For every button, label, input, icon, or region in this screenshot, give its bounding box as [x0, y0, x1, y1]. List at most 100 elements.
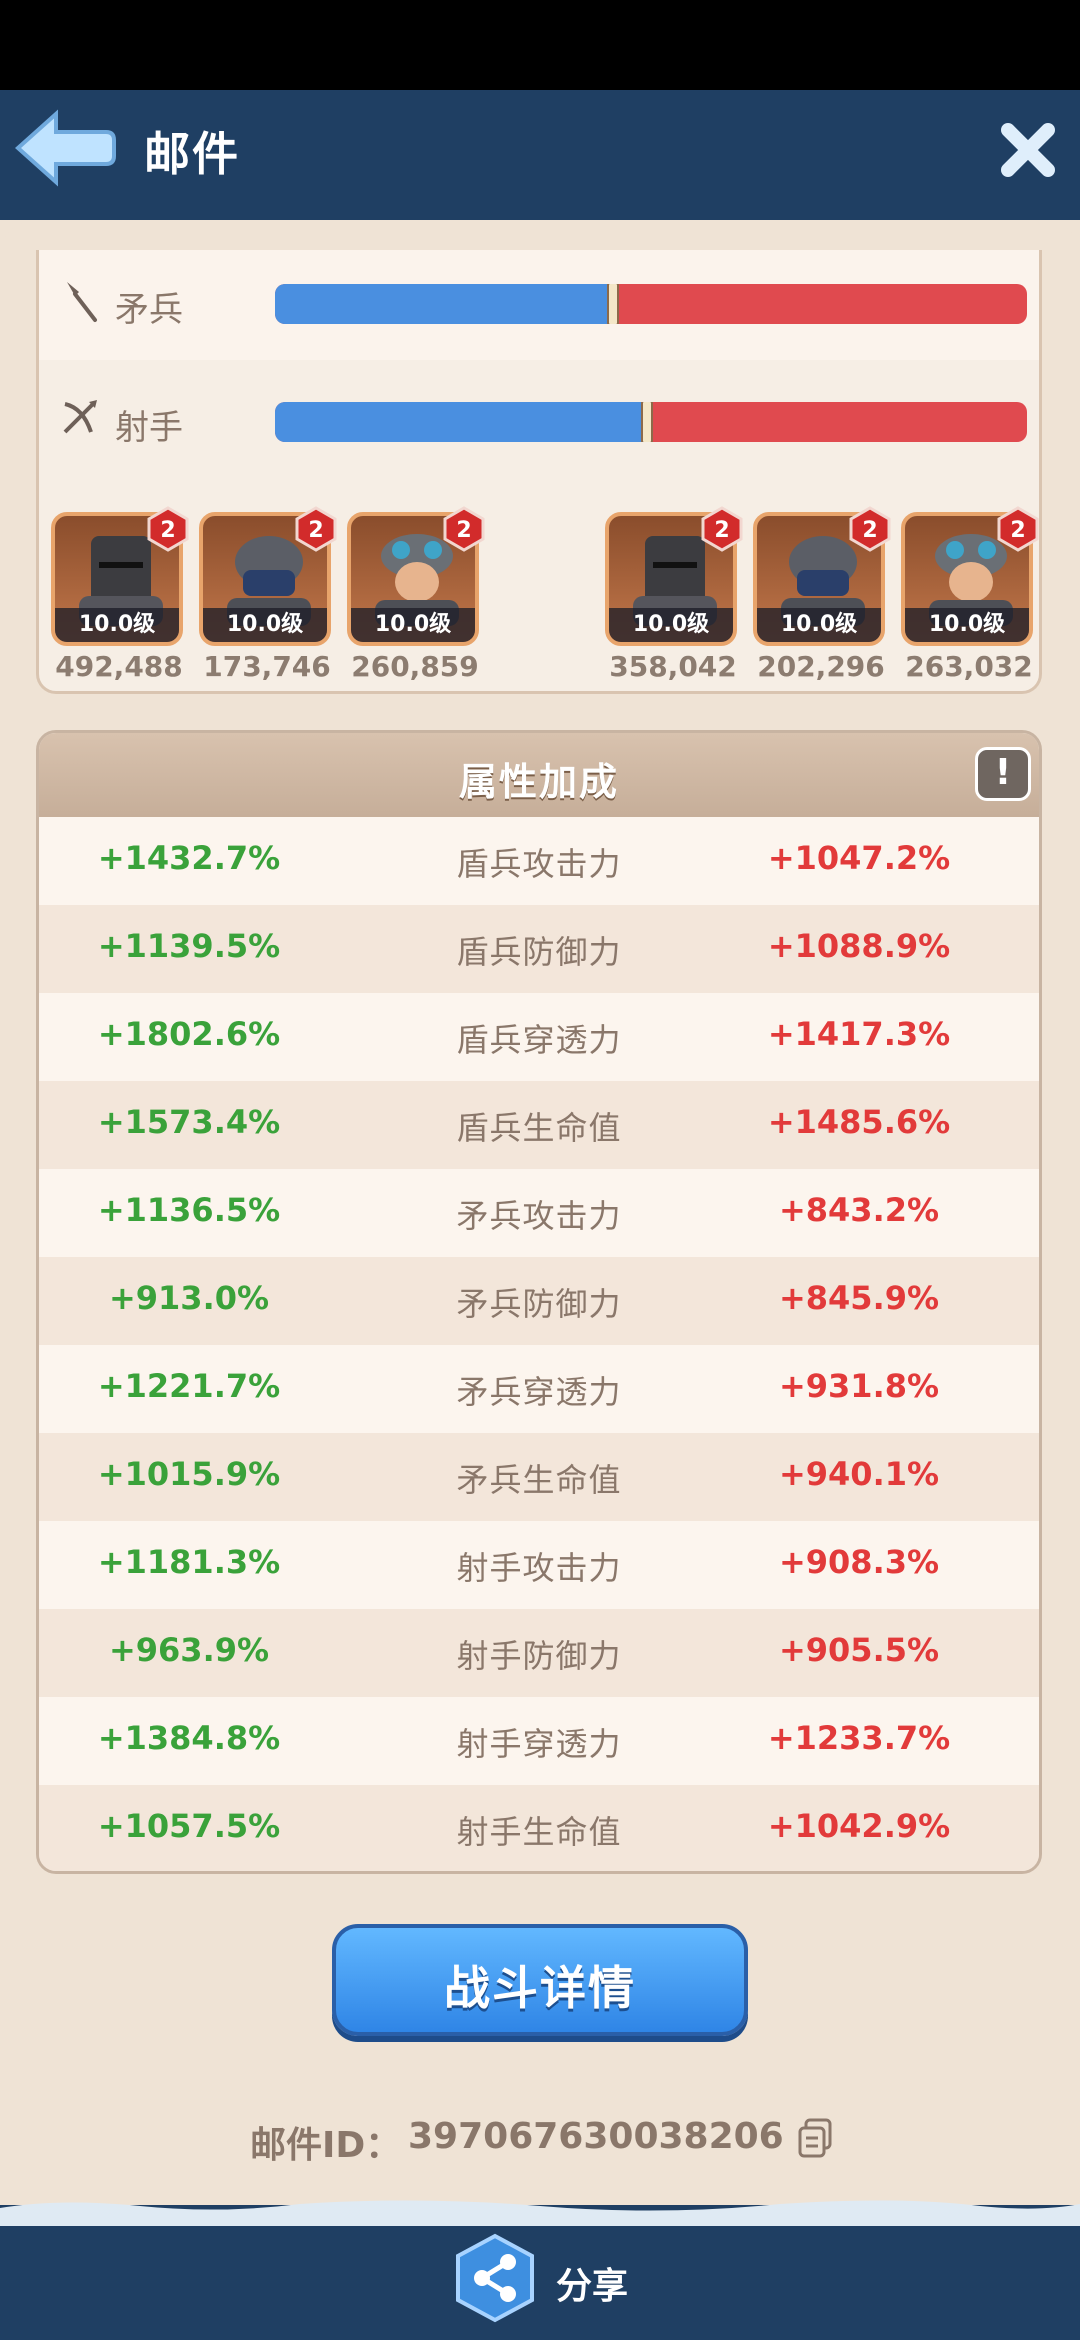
attribute-row: +1139.5% 盾兵防御力 +1088.9% — [39, 905, 1039, 993]
rank-badge-icon: 2 — [997, 506, 1039, 552]
mail-id-row: 邮件ID： 397067630038206 — [0, 2110, 1080, 2170]
status-bar — [0, 0, 1080, 90]
attribute-right-value: +845.9% — [778, 1279, 940, 1317]
attribute-row: +1802.6% 盾兵穿透力 +1417.3% — [39, 993, 1039, 1081]
attribute-name: 射手攻击力 — [456, 1549, 622, 1587]
ratio-bar — [275, 402, 1027, 442]
attribute-row: +1181.3% 射手攻击力 +908.3% — [39, 1521, 1039, 1609]
attribute-row: +963.9% 射手防御力 +905.5% — [39, 1609, 1039, 1697]
battle-detail-button[interactable]: 战斗详情 — [332, 1924, 748, 2036]
attribute-right-value: +908.3% — [778, 1543, 940, 1581]
hero-level: 10.0级 — [351, 608, 475, 642]
ratio-blue-fill — [275, 402, 648, 442]
mail-header: 邮件 — [0, 90, 1080, 220]
attribute-row: +1432.7% 盾兵攻击力 +1047.2% — [39, 817, 1039, 905]
attribute-left-value: +1432.7% — [97, 839, 281, 877]
hero-power: 202,296 — [757, 650, 885, 683]
attribute-left-value: +1802.6% — [97, 1015, 281, 1053]
ratio-marker — [607, 284, 620, 324]
attribute-left-value: +1136.5% — [97, 1191, 281, 1229]
attribute-name: 矛兵生命值 — [456, 1461, 622, 1499]
ratio-label: 矛兵 — [115, 290, 183, 330]
info-button[interactable]: ! — [975, 747, 1031, 801]
spear-icon — [67, 282, 97, 322]
ratio-row-archer: 射手 — [39, 368, 1039, 478]
rank-badge-icon: 2 — [849, 506, 891, 552]
hero-slot[interactable]: 10.0级 2 260,859 — [347, 506, 485, 692]
rank-badge-icon: 2 — [443, 506, 485, 552]
attribute-left-value: +1015.9% — [97, 1455, 281, 1493]
svg-text:2: 2 — [308, 518, 323, 543]
rank-badge-icon: 2 — [295, 506, 337, 552]
attribute-left-value: +913.0% — [108, 1279, 270, 1317]
close-icon[interactable] — [998, 120, 1058, 180]
attribute-right-value: +1088.9% — [767, 927, 951, 965]
hero-level: 10.0级 — [203, 608, 327, 642]
attribute-row: +1136.5% 矛兵攻击力 +843.2% — [39, 1169, 1039, 1257]
rank-badge-icon: 2 — [701, 506, 743, 552]
hero-slot[interactable]: 10.0级 2 263,032 — [901, 506, 1039, 692]
back-arrow-icon[interactable] — [12, 106, 116, 190]
hero-slot[interactable]: 10.0级 2 358,042 — [605, 506, 743, 692]
attribute-name: 射手穿透力 — [456, 1725, 622, 1763]
share-label[interactable]: 分享 — [556, 2257, 628, 2309]
attribute-row: +1057.5% 射手生命值 +1042.9% — [39, 1785, 1039, 1871]
ratio-blue-fill — [275, 284, 614, 324]
attribute-right-value: +1233.7% — [767, 1719, 951, 1757]
svg-text:2: 2 — [160, 518, 175, 543]
attribute-row: +1015.9% 矛兵生命值 +940.1% — [39, 1433, 1039, 1521]
svg-text:2: 2 — [862, 518, 877, 543]
snow-edge-decoration — [0, 2200, 1080, 2226]
copy-icon[interactable] — [796, 2116, 836, 2160]
battle-summary-card: 矛兵 射手 10.0级 2 492,488 10.0级 2 173,746 10… — [36, 250, 1042, 694]
attribute-row: +913.0% 矛兵防御力 +845.9% — [39, 1257, 1039, 1345]
attribute-left-value: +1139.5% — [97, 927, 281, 965]
hero-level: 10.0级 — [757, 608, 881, 642]
hero-power: 492,488 — [55, 650, 183, 683]
ratio-marker — [641, 402, 654, 442]
hero-slot[interactable]: 10.0级 2 173,746 — [199, 506, 337, 692]
attribute-right-value: +931.8% — [778, 1367, 940, 1405]
attribute-row: +1573.4% 盾兵生命值 +1485.6% — [39, 1081, 1039, 1169]
attribute-left-value: +1181.3% — [97, 1543, 281, 1581]
ratio-bar — [275, 284, 1027, 324]
attribute-name: 盾兵生命值 — [456, 1109, 622, 1147]
battle-detail-label: 战斗详情 — [444, 1961, 636, 2015]
attribute-name: 射手防御力 — [456, 1637, 622, 1675]
page-title: 邮件 — [144, 127, 240, 181]
share-icon[interactable] — [452, 2232, 538, 2324]
attribute-right-value: +1417.3% — [767, 1015, 951, 1053]
attribute-name: 矛兵穿透力 — [456, 1373, 622, 1411]
attribute-row: +1384.8% 射手穿透力 +1233.7% — [39, 1697, 1039, 1785]
hero-power: 358,042 — [609, 650, 737, 683]
attribute-left-value: +1221.7% — [97, 1367, 281, 1405]
attribute-name: 射手生命值 — [456, 1813, 622, 1851]
hero-slot[interactable]: 10.0级 2 492,488 — [51, 506, 189, 692]
svg-text:2: 2 — [714, 518, 729, 543]
hero-slot[interactable]: 10.0级 2 202,296 — [753, 506, 891, 692]
attribute-right-value: +1485.6% — [767, 1103, 951, 1141]
ratio-label: 射手 — [115, 408, 183, 448]
hero-power: 173,746 — [203, 650, 331, 683]
attribute-left-value: +1573.4% — [97, 1103, 281, 1141]
attribute-name: 矛兵防御力 — [456, 1285, 622, 1323]
crossbow-icon — [63, 400, 97, 434]
hero-power: 263,032 — [905, 650, 1033, 683]
attribute-bonus-panel: 属性加成 ! +1432.7% 盾兵攻击力 +1047.2% +1139.5% 盾兵防御… — [36, 730, 1042, 1874]
hero-level: 10.0级 — [55, 608, 179, 642]
hero-lineup: 10.0级 2 492,488 10.0级 2 173,746 10.0级 2 … — [39, 506, 1039, 692]
mail-id-value: 397067630038206 — [408, 2116, 784, 2157]
attribute-right-value: +843.2% — [778, 1191, 940, 1229]
mail-id-label: 邮件ID： — [250, 2125, 402, 2166]
hero-power: 260,859 — [351, 650, 479, 683]
attribute-name: 盾兵攻击力 — [456, 845, 622, 883]
attribute-left-value: +1057.5% — [97, 1807, 281, 1845]
svg-text:2: 2 — [456, 518, 471, 543]
attribute-name: 盾兵防御力 — [456, 933, 622, 971]
attribute-left-value: +1384.8% — [97, 1719, 281, 1757]
attribute-right-value: +940.1% — [778, 1455, 940, 1493]
attribute-name: 盾兵穿透力 — [456, 1021, 622, 1059]
hero-level: 10.0级 — [609, 608, 733, 642]
attribute-name: 矛兵攻击力 — [456, 1197, 622, 1235]
rank-badge-icon: 2 — [147, 506, 189, 552]
